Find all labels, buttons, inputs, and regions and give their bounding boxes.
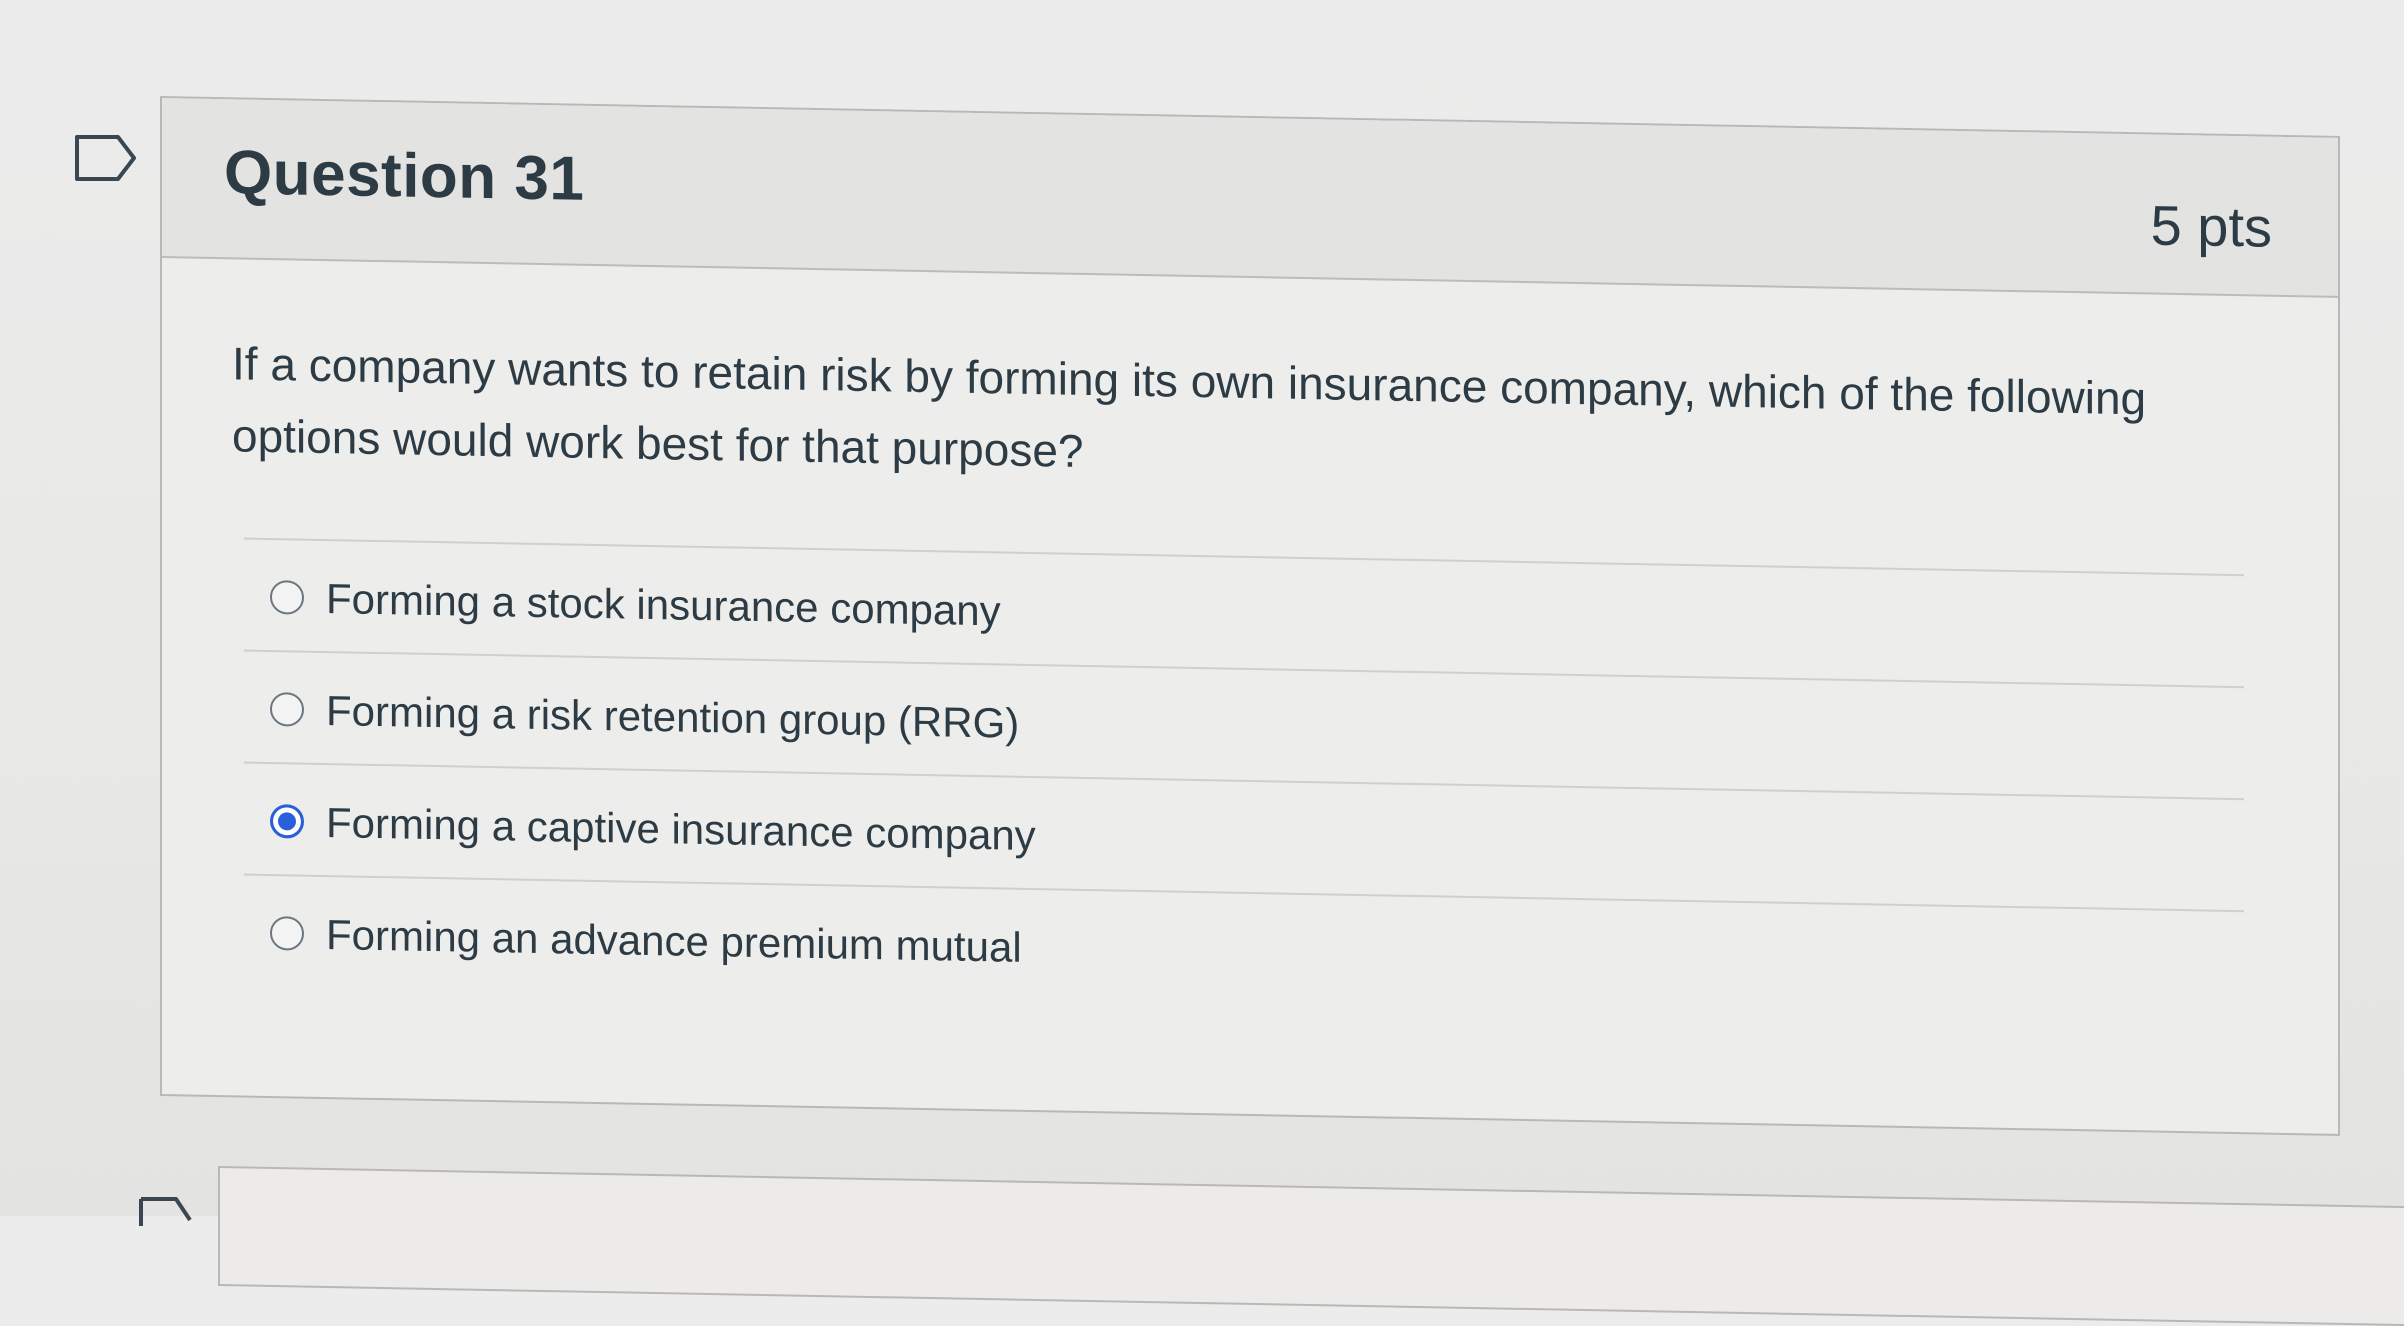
next-question-card xyxy=(218,1166,2404,1326)
question-title: Question 31 xyxy=(224,138,585,214)
question-card: Question 31 5 pts If a company wants to … xyxy=(160,96,2340,1136)
radio-button-selected[interactable] xyxy=(270,804,304,839)
question-text: If a company wants to retain risk by for… xyxy=(232,337,2147,477)
answer-label[interactable]: Forming a captive insurance company xyxy=(326,797,1036,862)
radio-button[interactable] xyxy=(270,692,304,727)
radio-button[interactable] xyxy=(270,580,304,615)
next-question-flag-icon[interactable] xyxy=(138,1196,194,1226)
answer-label[interactable]: Forming a stock insurance company xyxy=(326,573,1001,637)
flag-question-icon[interactable] xyxy=(74,134,138,182)
question-header: Question 31 5 pts xyxy=(162,98,2338,298)
question-points: 5 pts xyxy=(2150,193,2272,259)
answer-label[interactable]: Forming an advance premium mutual xyxy=(326,909,1022,974)
radio-button[interactable] xyxy=(270,916,304,951)
answer-list: Forming a stock insurance company Formin… xyxy=(244,537,2244,1023)
answer-label[interactable]: Forming a risk retention group (RRG) xyxy=(326,685,1019,750)
